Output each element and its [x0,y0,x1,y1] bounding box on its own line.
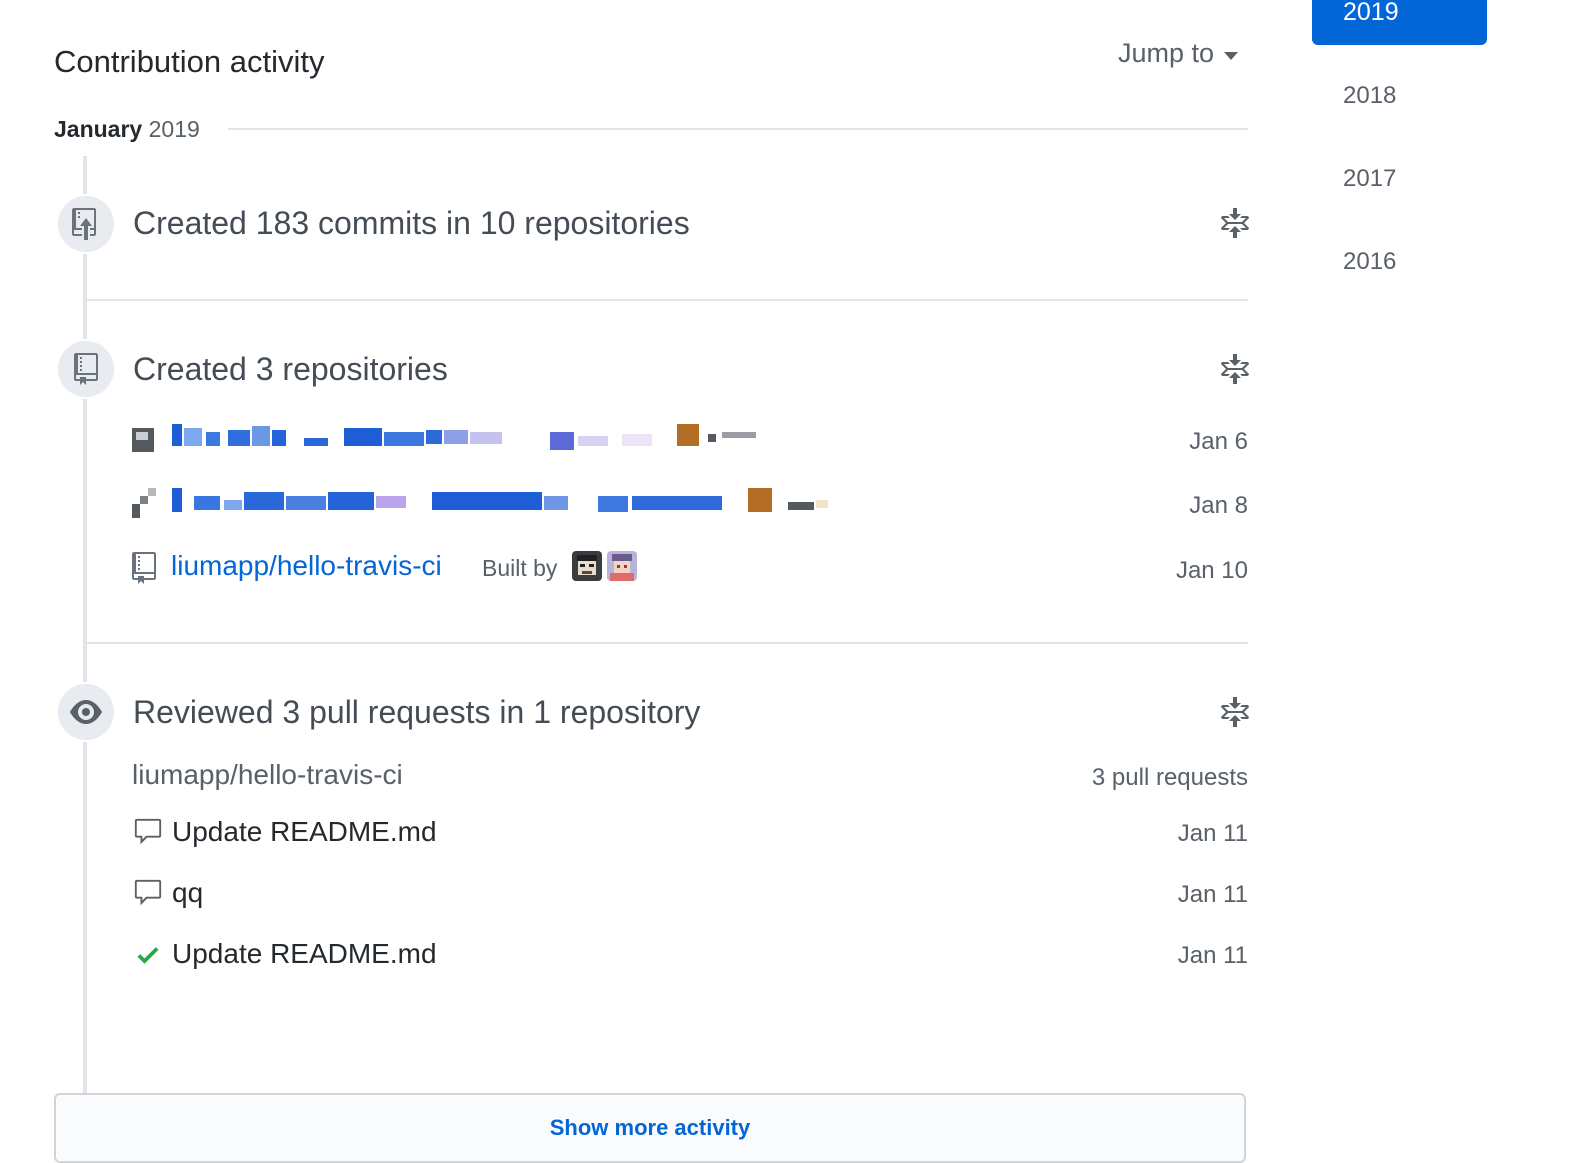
pull-request-date: Jan 11 [1177,942,1248,969]
repo-push-badge [56,194,116,254]
repositories-summary: Created 3 repositories [133,351,448,387]
check-icon [134,941,162,974]
chevron-down-icon [1224,51,1239,60]
section-divider [86,642,1248,644]
repo-link[interactable]: liumapp/hello-travis-ci [171,550,442,582]
pull-request-link[interactable]: qq [172,877,203,909]
repo-icon [132,552,156,589]
show-more-activity-button[interactable]: Show more activity [54,1093,1246,1163]
year-2019-active[interactable]: 2019 [1312,0,1487,45]
repo-badge [56,339,116,399]
fold-icon[interactable] [1220,697,1250,728]
avatar[interactable] [607,551,637,581]
show-more-label: Show more activity [549,1115,751,1140]
year-2016[interactable]: 2016 [1343,248,1396,276]
fold-icon[interactable] [1220,208,1250,239]
eye-badge [56,682,116,742]
built-by-label: Built by [482,555,558,581]
year-2017[interactable]: 2017 [1343,165,1396,193]
pull-request-link[interactable]: Update README.md [172,816,437,848]
eye-icon [70,700,102,724]
pull-request-link[interactable]: Update README.md [172,938,437,970]
reviews-summary: Reviewed 3 pull requests in 1 repository [133,694,701,730]
month-divider [228,128,1248,130]
comment-icon [133,817,163,852]
year-2018[interactable]: 2018 [1343,82,1396,110]
month-name: January [54,116,143,142]
pull-request-date: Jan 11 [1177,881,1248,908]
jump-to-dropdown[interactable]: Jump to [1118,38,1239,69]
repo-date: Jan 8 [1189,492,1248,519]
month-year: 2019 [148,116,200,142]
repo-date: Jan 6 [1189,428,1248,455]
page-title: Contribution activity [54,44,325,79]
reviewed-repo-link[interactable]: liumapp/hello-travis-ci [132,759,403,791]
repo-push-icon [72,208,96,240]
pull-request-date: Jan 11 [1177,820,1248,847]
commits-summary: Created 183 commits in 10 repositories [133,205,690,241]
redacted-repo-link[interactable] [132,488,852,518]
repo-date: Jan 10 [1175,557,1248,584]
repo-icon [74,353,98,385]
jump-to-label: Jump to [1118,38,1215,68]
section-divider [86,299,1248,301]
avatar[interactable] [572,551,602,581]
year-label: 2019 [1343,0,1399,26]
comment-icon [133,878,163,913]
redacted-repo-link[interactable] [132,424,772,452]
month-heading: January 2019 [54,116,200,143]
fold-icon[interactable] [1220,354,1250,385]
pull-request-count[interactable]: 3 pull requests [948,764,1248,792]
timeline-line [83,156,87,1096]
